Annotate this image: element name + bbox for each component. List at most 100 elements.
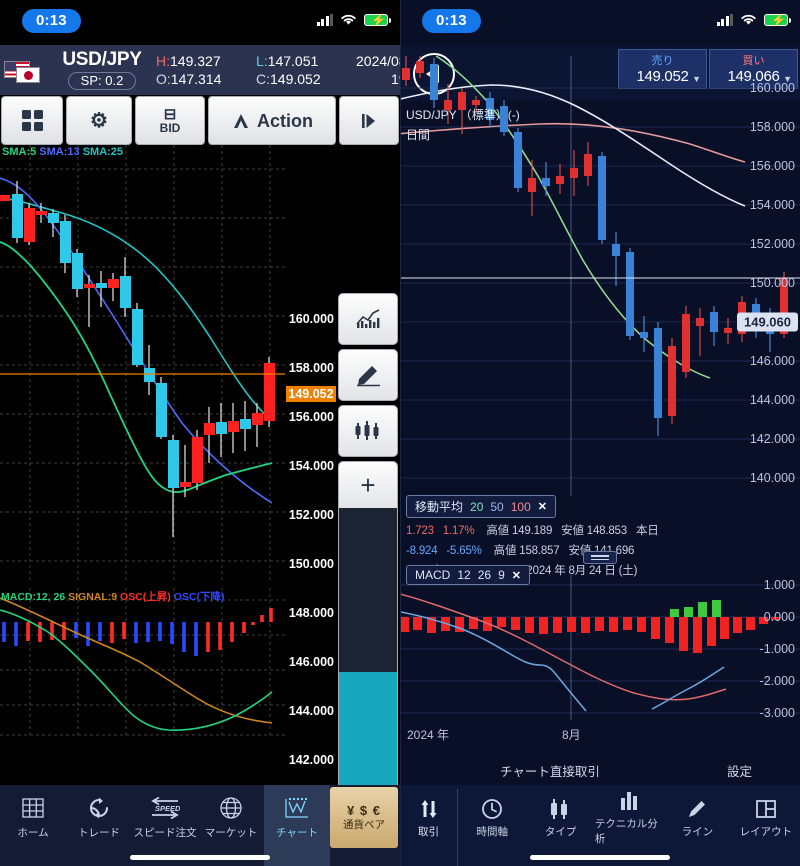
- battery-charging-icon: ⚡: [764, 14, 788, 26]
- nav-trade-right[interactable]: 取引: [400, 789, 458, 866]
- left-toolbar: ⚙ ⊟ BID Action: [0, 95, 400, 145]
- close-label: C:: [256, 71, 270, 87]
- macd-ytick: -1.000: [760, 642, 795, 656]
- wifi-icon: [340, 13, 357, 26]
- ytick: 152.000: [750, 237, 795, 251]
- settings-button[interactable]: ⚙: [66, 96, 132, 145]
- moving-average-chip[interactable]: 移動平均 20 50 100 ✕: [406, 495, 556, 518]
- left-status-bar: 0:13 ⚡: [0, 0, 400, 45]
- ytick: 154.000: [750, 198, 795, 212]
- action-button[interactable]: Action: [208, 96, 336, 145]
- left-macd-svg: [0, 588, 285, 743]
- ytick: 154.000: [289, 459, 334, 473]
- ytick: 150.000: [289, 557, 334, 571]
- status-time-right: 0:13: [422, 9, 481, 33]
- ma-period-20: 20: [470, 500, 483, 514]
- nav-type-label: タイプ: [545, 824, 577, 839]
- currency-pair-block[interactable]: USD/JPY SP: 0.2: [48, 50, 156, 90]
- draw-button[interactable]: [338, 349, 398, 401]
- open-value: 147.314: [171, 71, 222, 87]
- bid-button[interactable]: ⊟ BID: [135, 96, 205, 145]
- close-icon[interactable]: ✕: [538, 500, 547, 513]
- left-vertical-toolbar: + —: [336, 293, 400, 866]
- quote-time: 19:00: [356, 71, 400, 87]
- globe-icon: [219, 795, 243, 821]
- ytick: 156.000: [289, 410, 334, 424]
- ytick: 146.000: [750, 354, 795, 368]
- range-high-label: 高値: [494, 545, 517, 557]
- bar-analysis-icon: [617, 789, 641, 813]
- speed-order-icon: SPEED: [150, 795, 180, 821]
- macd-legend: MACD:12, 26 SIGNAL:9 OSC(上昇) OSC(下降): [1, 589, 224, 604]
- high-label: H:: [156, 53, 170, 69]
- datetime-column: 2024/08/14 19:00: [356, 53, 400, 87]
- ytick: 144.000: [289, 704, 334, 718]
- ytick: 142.000: [289, 753, 334, 767]
- ytick: 148.000: [289, 606, 334, 620]
- direct-trade-button[interactable]: チャート直接取引: [500, 761, 600, 780]
- settings-link[interactable]: 設定: [727, 761, 752, 780]
- range-change: -8.924: [406, 545, 437, 557]
- nav-line[interactable]: ライン: [663, 789, 731, 866]
- zoom-in-button[interactable]: +: [339, 462, 397, 508]
- nav-timeframe-label: 時間軸: [476, 824, 508, 839]
- wifi-icon: [740, 13, 757, 26]
- zoom-track[interactable]: [339, 508, 397, 804]
- grid-layout-button[interactable]: [1, 96, 63, 145]
- day-change-pct: 1.17%: [443, 525, 475, 537]
- candle-type-button[interactable]: [338, 405, 398, 457]
- draw-pen-icon: [353, 363, 383, 387]
- sma13-label: SMA:13: [39, 146, 79, 158]
- nav-speed-order[interactable]: SPEED スピード注文: [132, 785, 198, 866]
- left-price-chart[interactable]: SMA:5 SMA:13 SMA:25: [0, 145, 285, 580]
- macd-p2: 26: [478, 568, 491, 582]
- chart-icon: [284, 795, 310, 821]
- left-phone-panel: 0:13 ⚡ USD/JPY SP: 0.2 H:149.327: [0, 0, 400, 866]
- candle-type-icon: [353, 419, 383, 443]
- day-high-label: 高値: [486, 525, 509, 537]
- right-bottom-nav: 取引 時間軸: [400, 785, 800, 866]
- nav-market-label: マーケット: [205, 825, 258, 840]
- nav-chart[interactable]: チャート: [264, 785, 330, 866]
- macd-chip[interactable]: MACD 12 26 9 ✕: [406, 565, 530, 585]
- nav-home[interactable]: ホーム: [0, 785, 66, 866]
- spread-badge: SP: 0.2: [68, 72, 137, 90]
- high-value: 149.327: [170, 53, 221, 69]
- panel-resize-handle[interactable]: [583, 551, 617, 564]
- nav-market[interactable]: マーケット: [198, 785, 264, 866]
- currency-flags-icon: [4, 57, 42, 83]
- ytick: 160.000: [750, 81, 795, 95]
- status-icons-right: ⚡: [717, 13, 789, 26]
- day-high-value: 149.189: [512, 525, 552, 537]
- nav-layout-label: レイアウト: [740, 824, 793, 839]
- open-label: O:: [156, 71, 171, 87]
- ytick: 158.000: [750, 120, 795, 134]
- left-chart-area[interactable]: SMA:5 SMA:13 SMA:25: [0, 145, 400, 785]
- candles-icon: [549, 797, 573, 821]
- action-label: Action: [257, 115, 313, 127]
- range-high-value: 158.857: [519, 545, 559, 557]
- svg-text:SPEED: SPEED: [155, 804, 180, 813]
- nav-trade[interactable]: トレード: [66, 785, 132, 866]
- indicator-button[interactable]: [338, 293, 398, 345]
- macd-label: MACD:12, 26: [1, 591, 65, 603]
- nav-speed-label: スピード注文: [134, 825, 197, 840]
- close-value: 149.052: [270, 71, 321, 87]
- signal-bars-icon: [717, 14, 734, 26]
- nav-timeframe[interactable]: 時間軸: [458, 789, 526, 866]
- next-button[interactable]: [339, 96, 399, 145]
- close-icon[interactable]: ✕: [512, 569, 521, 582]
- nav-layout[interactable]: レイアウト: [732, 789, 800, 866]
- left-bottom-nav: ホーム トレード SPEED: [0, 785, 400, 866]
- currency-pair-button[interactable]: ¥ $ € 通貨ペア: [330, 787, 398, 848]
- osc-up-label: OSC(上昇): [120, 591, 171, 603]
- ma-period-50: 50: [490, 500, 503, 514]
- right-action-row: チャート直接取引 設定: [400, 755, 800, 785]
- macd-ytick: 0.000: [764, 610, 795, 624]
- left-macd-chart[interactable]: MACD:12, 26 SIGNAL:9 OSC(上昇) OSC(下降): [0, 588, 285, 743]
- day-stats-row: 1.723 1.17% 高値 149.189 安値 148.853 本日: [406, 522, 659, 538]
- ytick: 160.000: [289, 312, 334, 326]
- currency-pair-label: 通貨ペア: [343, 817, 385, 832]
- signal-label: SIGNAL:9: [68, 591, 117, 603]
- sma5-label: SMA:5: [2, 146, 36, 158]
